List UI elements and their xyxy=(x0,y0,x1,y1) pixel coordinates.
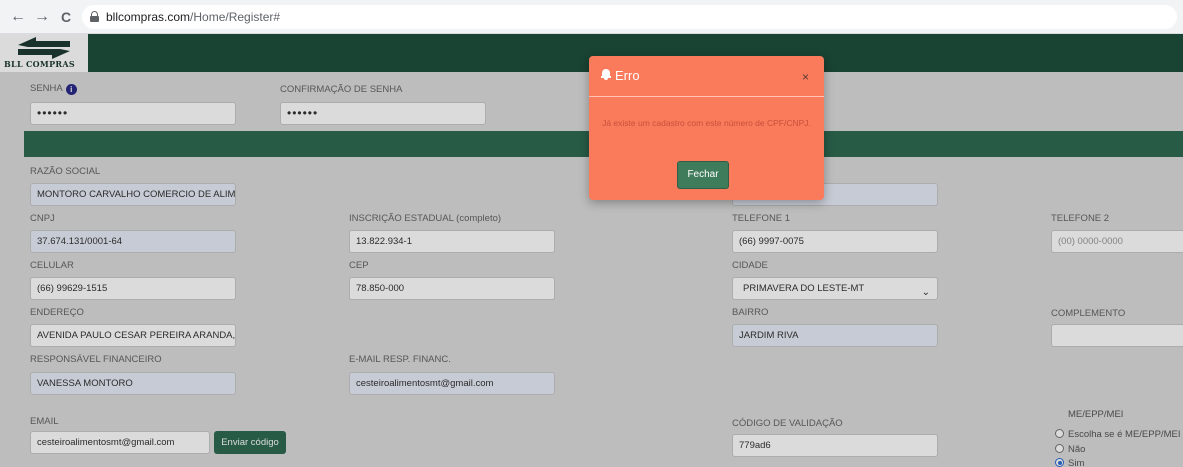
back-arrow-icon[interactable]: ← xyxy=(8,7,28,27)
modal-title: Erro xyxy=(615,68,640,83)
url-path: /Home/Register# xyxy=(190,10,281,24)
modal-header: Erro × xyxy=(589,56,824,97)
bell-icon xyxy=(601,69,611,80)
error-modal: Erro × Já existe um cadastro com este nú… xyxy=(589,56,824,200)
modal-message: Já existe um cadastro com este número de… xyxy=(602,118,811,128)
browser-toolbar: ← → C bllcompras.com/Home/Register# xyxy=(0,0,1183,34)
forward-arrow-icon[interactable]: → xyxy=(32,7,52,27)
address-bar[interactable]: bllcompras.com/Home/Register# xyxy=(82,5,1177,29)
close-icon[interactable]: × xyxy=(802,70,809,84)
reload-icon[interactable]: C xyxy=(56,7,76,27)
url-domain: bllcompras.com xyxy=(106,10,191,24)
url-text: bllcompras.com/Home/Register# xyxy=(106,10,280,24)
fechar-button[interactable]: Fechar xyxy=(677,161,729,189)
lock-icon xyxy=(90,11,99,22)
